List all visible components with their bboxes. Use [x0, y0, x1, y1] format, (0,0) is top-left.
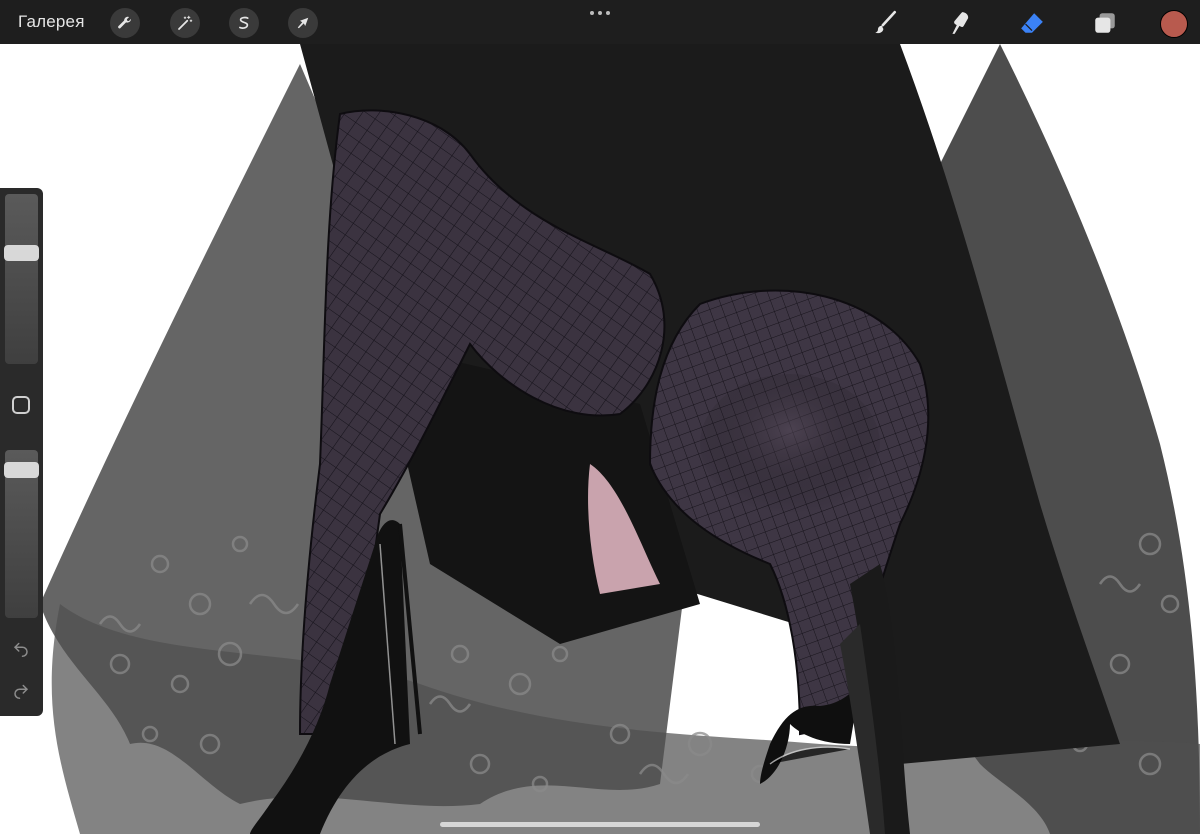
gallery-button[interactable]: Галерея: [18, 12, 85, 32]
brush-size-slider[interactable]: [4, 194, 39, 364]
layers-icon: [1095, 13, 1115, 33]
magic-wand-icon: [178, 15, 193, 30]
brush-sidebar: [0, 188, 43, 716]
wrench-icon: [118, 16, 131, 29]
adjustments-button[interactable]: [170, 8, 200, 38]
modify-button[interactable]: [12, 396, 30, 414]
undo-icon: [14, 642, 28, 657]
brush-tool-button[interactable]: [868, 6, 902, 40]
color-picker-button[interactable]: [1160, 10, 1188, 38]
redo-button[interactable]: [11, 680, 31, 700]
brush-icon: [875, 10, 897, 34]
more-options-icon[interactable]: [588, 6, 612, 20]
drawing-canvas[interactable]: [0, 44, 1200, 834]
opacity-slider[interactable]: [4, 450, 39, 618]
redo-icon: [14, 684, 28, 699]
transform-button[interactable]: [288, 8, 318, 38]
eraser-tool-button[interactable]: [1015, 6, 1049, 40]
layers-button[interactable]: [1088, 6, 1122, 40]
smudge-icon: [952, 12, 969, 34]
artwork-illustration: [40, 44, 1200, 834]
smudge-tool-button[interactable]: [943, 6, 977, 40]
opacity-thumb[interactable]: [4, 462, 39, 478]
selection-button[interactable]: [229, 8, 259, 38]
brush-size-thumb[interactable]: [4, 245, 39, 261]
home-indicator: [440, 822, 760, 827]
eraser-icon: [1021, 13, 1043, 33]
top-toolbar: Галерея: [0, 0, 1200, 44]
arrow-cursor-icon: [297, 17, 309, 29]
undo-button[interactable]: [11, 638, 31, 658]
actions-button[interactable]: [110, 8, 140, 38]
selection-s-icon: [239, 16, 249, 29]
